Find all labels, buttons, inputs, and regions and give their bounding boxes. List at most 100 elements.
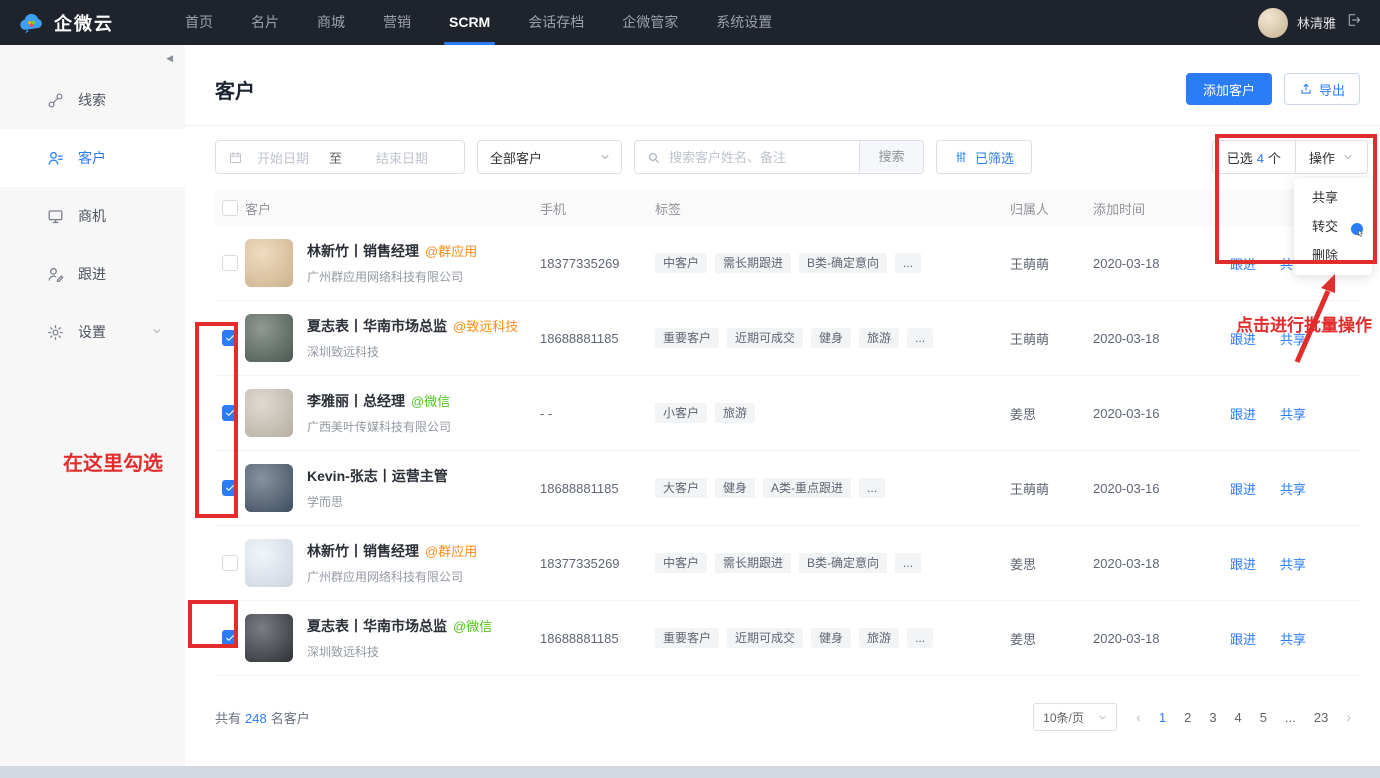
row-checkbox[interactable] bbox=[222, 405, 238, 421]
table-body: 林新竹丨销售经理@群应用 广州群应用网络科技有限公司 18377335269 中… bbox=[215, 226, 1360, 676]
customer-tag: 近期可成交 bbox=[727, 328, 803, 348]
page-number-23[interactable]: 23 bbox=[1314, 710, 1328, 725]
divider bbox=[185, 125, 1380, 126]
export-icon bbox=[1299, 82, 1313, 96]
page-number-4[interactable]: 4 bbox=[1235, 710, 1242, 725]
customer-table: 客户 手机 标签 归属人 添加时间 林新竹丨销售经理@群应用 广州群应用网络科技… bbox=[215, 190, 1360, 676]
customer-tag: B类-确定意向 bbox=[799, 253, 887, 273]
customer-tag: 需长期跟进 bbox=[715, 253, 791, 273]
customer-company: 深圳致远科技 bbox=[307, 343, 518, 360]
header-customer: 客户 bbox=[245, 199, 540, 218]
leads-icon bbox=[46, 91, 65, 110]
top-nav-营销[interactable]: 营销 bbox=[364, 0, 430, 45]
customer-added-time: 2020-03-18 bbox=[1093, 331, 1215, 346]
bulk-menu-item-共享[interactable]: 共享 bbox=[1294, 183, 1372, 212]
follow-up-link[interactable]: 跟进 bbox=[1230, 479, 1256, 498]
customer-tag: ... bbox=[907, 328, 933, 348]
bulk-action-dropdown-button[interactable]: 操作 bbox=[1296, 148, 1367, 167]
row-checkbox[interactable] bbox=[222, 555, 238, 571]
select-all-checkbox[interactable] bbox=[222, 200, 238, 216]
export-button[interactable]: 导出 bbox=[1284, 73, 1360, 105]
customer-tag: 中客户 bbox=[655, 553, 707, 573]
row-checkbox[interactable] bbox=[222, 480, 238, 496]
logo-text: 企微云 bbox=[54, 10, 114, 36]
page-title: 客户 bbox=[215, 75, 255, 104]
chevron-down-icon bbox=[1097, 712, 1108, 723]
sidebar-item-客户[interactable]: 客户 bbox=[0, 129, 185, 187]
bulk-menu-item-删除[interactable]: 删除 bbox=[1294, 241, 1372, 270]
follow-up-link[interactable]: 跟进 bbox=[1230, 554, 1256, 573]
logo[interactable]: 企微云 bbox=[18, 9, 114, 36]
app-window: 企微云 首页名片商城营销SCRM会话存档企微管家系统设置 林清雅 ◀ 线索客户商… bbox=[0, 0, 1380, 778]
customer-tag: 健身 bbox=[811, 628, 851, 648]
customer-wechat-handle: @群应用 bbox=[425, 244, 477, 259]
customer-tag: ... bbox=[859, 478, 885, 498]
selected-count-label: 已选4个 bbox=[1213, 148, 1295, 167]
top-nav-企微管家[interactable]: 企微管家 bbox=[603, 0, 697, 45]
sidebar-item-label: 客户 bbox=[78, 148, 106, 168]
share-link[interactable]: 共享 bbox=[1280, 629, 1306, 648]
customer-name[interactable]: Kevin-张志丨运营主管 bbox=[307, 468, 448, 484]
follow-up-link[interactable]: 跟进 bbox=[1230, 254, 1256, 273]
sidebar-item-跟进[interactable]: 跟进 bbox=[0, 245, 185, 303]
follow-up-link[interactable]: 跟进 bbox=[1230, 629, 1256, 648]
customer-name[interactable]: 林新竹丨销售经理 bbox=[307, 243, 419, 259]
logout-icon[interactable] bbox=[1346, 12, 1362, 33]
end-date-placeholder[interactable]: 结束日期 bbox=[376, 148, 428, 167]
row-checkbox[interactable] bbox=[222, 255, 238, 271]
top-nav-SCRM[interactable]: SCRM bbox=[430, 0, 509, 45]
page-number-1[interactable]: 1 bbox=[1159, 710, 1166, 725]
search-input[interactable] bbox=[661, 150, 859, 165]
sidebar-item-label: 商机 bbox=[78, 206, 106, 226]
page-size-select[interactable]: 10条/页 bbox=[1033, 703, 1117, 731]
row-checkbox[interactable] bbox=[222, 630, 238, 646]
row-checkbox[interactable] bbox=[222, 330, 238, 346]
sidebar-item-线索[interactable]: 线索 bbox=[0, 71, 185, 129]
table-row: 夏志表丨华南市场总监@微信 深圳致远科技 18688881185 重要客户近期可… bbox=[215, 601, 1360, 676]
customer-name[interactable]: 夏志表丨华南市场总监 bbox=[307, 618, 447, 634]
follow-up-link[interactable]: 跟进 bbox=[1230, 404, 1256, 423]
chevron-down-icon bbox=[599, 151, 611, 163]
user-avatar[interactable] bbox=[1258, 8, 1288, 38]
filtered-button[interactable]: 已筛选 bbox=[936, 140, 1032, 174]
top-nav-系统设置[interactable]: 系统设置 bbox=[697, 0, 791, 45]
page-number-3[interactable]: 3 bbox=[1209, 710, 1216, 725]
share-link[interactable]: 共享 bbox=[1280, 479, 1306, 498]
share-link[interactable]: 共享 bbox=[1280, 329, 1306, 348]
top-nav-首页[interactable]: 首页 bbox=[166, 0, 232, 45]
customer-name[interactable]: 林新竹丨销售经理 bbox=[307, 543, 419, 559]
customer-name[interactable]: 李雅丽丨总经理 bbox=[307, 393, 405, 409]
customer-tag: 重要客户 bbox=[655, 328, 719, 348]
start-date-placeholder[interactable]: 开始日期 bbox=[257, 148, 309, 167]
date-range-picker[interactable]: 开始日期 至 结束日期 bbox=[215, 140, 465, 174]
share-link[interactable]: 共享 bbox=[1280, 554, 1306, 573]
sidebar-collapse-icon[interactable]: ◀ bbox=[166, 53, 173, 64]
share-link[interactable]: 共享 bbox=[1280, 404, 1306, 423]
date-separator: 至 bbox=[329, 148, 342, 167]
customer-segment-select[interactable]: 全部客户 bbox=[477, 140, 622, 174]
sidebar-item-设置[interactable]: 设置 bbox=[0, 303, 185, 361]
next-page-button[interactable]: › bbox=[1346, 709, 1351, 725]
user-menu[interactable]: 林清雅 bbox=[1258, 8, 1362, 38]
add-customer-button[interactable]: 添加客户 bbox=[1186, 73, 1272, 105]
follow-up-link[interactable]: 跟进 bbox=[1230, 329, 1256, 348]
top-nav-会话存档[interactable]: 会话存档 bbox=[509, 0, 603, 45]
prev-page-button[interactable]: ‹ bbox=[1136, 709, 1141, 725]
top-nav-名片[interactable]: 名片 bbox=[232, 0, 298, 45]
header-phone: 手机 bbox=[540, 199, 655, 218]
table-row: 林新竹丨销售经理@群应用 广州群应用网络科技有限公司 18377335269 中… bbox=[215, 226, 1360, 301]
sidebar-item-label: 线索 bbox=[78, 90, 106, 110]
search-button[interactable]: 搜索 bbox=[859, 141, 923, 173]
chevron-down-icon bbox=[151, 324, 163, 340]
row-actions: 跟进 共享 bbox=[1215, 479, 1360, 498]
page-number-2[interactable]: 2 bbox=[1184, 710, 1191, 725]
sidebar-item-商机[interactable]: 商机 bbox=[0, 187, 185, 245]
page-number-5[interactable]: 5 bbox=[1260, 710, 1267, 725]
customer-added-time: 2020-03-18 bbox=[1093, 631, 1215, 646]
customer-tag: 旅游 bbox=[859, 328, 899, 348]
customer-name[interactable]: 夏志表丨华南市场总监 bbox=[307, 318, 447, 334]
bulk-menu-item-转交[interactable]: 转交 bbox=[1294, 212, 1372, 241]
sidebar-item-label: 设置 bbox=[78, 322, 106, 342]
horizontal-scrollbar[interactable] bbox=[0, 766, 1380, 778]
top-nav-商城[interactable]: 商城 bbox=[298, 0, 364, 45]
